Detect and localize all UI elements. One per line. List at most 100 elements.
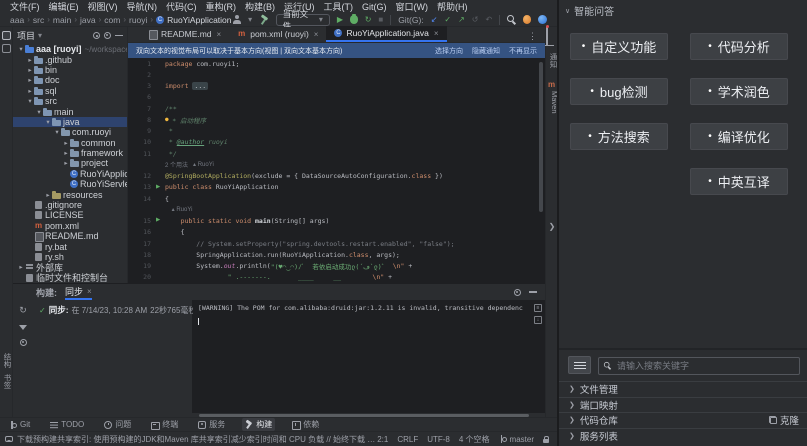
assistant-section-row[interactable]: ❯文件管理 <box>559 381 807 397</box>
breadcrumb-item[interactable]: main <box>53 15 71 25</box>
assistant-button-代码分析[interactable]: •代码分析 <box>690 33 788 60</box>
tree-chevron-icon[interactable]: ▸ <box>26 56 34 64</box>
scrollbar-thumb[interactable] <box>539 62 543 212</box>
build-hammer-icon[interactable] <box>259 15 269 25</box>
menu-item[interactable]: 构建(B) <box>241 0 279 13</box>
rerun-icon[interactable]: ↻ <box>19 305 27 316</box>
git-rollback-button[interactable]: ↶ <box>486 16 493 24</box>
tree-item--[interactable]: 临时文件和控制台 <box>13 273 127 283</box>
toolwindow-tab-build[interactable]: 构建 <box>242 418 275 431</box>
menu-item[interactable]: 代码(C) <box>162 0 201 13</box>
assistant-button-自定义功能[interactable]: •自定义功能 <box>570 33 668 60</box>
breadcrumb-item[interactable]: java <box>80 15 96 25</box>
project-view-selector[interactable]: 项目 <box>17 29 35 42</box>
hide-panel-icon[interactable] <box>115 35 123 37</box>
menu-hamburger-button[interactable] <box>568 356 591 374</box>
tree-item-readme-md[interactable]: README.md <box>13 231 127 241</box>
tree-item-doc[interactable]: ▸doc <box>13 75 127 85</box>
build-options-icon[interactable] <box>20 339 27 346</box>
tree-item-ry-bat[interactable]: ry.bat <box>13 241 127 251</box>
tree-chevron-icon[interactable]: ▾ <box>35 108 43 116</box>
tree-chevron-icon[interactable]: ▸ <box>26 76 34 84</box>
run-button[interactable]: ▶ <box>337 16 343 24</box>
breadcrumb-item[interactable]: aaa <box>10 15 24 25</box>
tree-item-main[interactable]: ▾main <box>13 106 127 116</box>
git-update-button[interactable]: ↙ <box>431 16 438 24</box>
tree-chevron-icon[interactable]: ▸ <box>26 87 34 95</box>
tree-chevron-icon[interactable]: ▸ <box>62 139 70 147</box>
tree-item-java[interactable]: ▾java <box>13 117 127 127</box>
tree-settings-icon[interactable] <box>104 32 111 39</box>
search-everywhere-icon[interactable] <box>507 15 516 24</box>
close-icon[interactable]: × <box>87 287 92 296</box>
menu-item[interactable]: Git(G) <box>358 2 391 12</box>
run-gutter-icon[interactable]: ▶ <box>156 218 165 224</box>
banner-action-link[interactable]: 选择方向 <box>435 46 463 56</box>
scroll-to-end-icon[interactable]: ↓ <box>534 316 542 324</box>
close-icon[interactable]: × <box>217 30 222 39</box>
tree-item-framework[interactable]: ▸framework <box>13 148 127 158</box>
assistant-button-方法搜索[interactable]: •方法搜索 <box>570 123 668 150</box>
run-gutter-icon[interactable]: ▶ <box>156 185 165 191</box>
breadcrumb-item[interactable]: com <box>104 15 120 25</box>
breadcrumb-item[interactable]: ruoyi <box>129 15 147 25</box>
build-tab-sync[interactable]: 同步× <box>65 284 92 300</box>
sync-status-row[interactable]: ✓ 同步: 在 7/14/23, 10:28 AM 22秒765毫秒 <box>39 304 187 316</box>
toolwindow-tab-problem[interactable]: 问题 <box>101 418 134 431</box>
menu-item[interactable]: 编辑(E) <box>45 0 83 13</box>
tree-item-pom-xml[interactable]: mpom.xml <box>13 221 127 231</box>
bookmarks-toolwindow-button[interactable]: 书签 <box>0 374 13 389</box>
menu-item[interactable]: 窗口(W) <box>392 0 433 13</box>
build-settings-icon[interactable] <box>514 289 521 296</box>
tree-item-bin[interactable]: ▸bin <box>13 65 127 75</box>
debug-button[interactable] <box>350 15 358 24</box>
status-message[interactable]: 下载预构建共享索引: 使用预构建的JDK和Maven 库共享索引减少索引时间和 … <box>17 434 377 445</box>
editor-tab[interactable]: mpom.xml (ruoyi)× <box>229 26 326 42</box>
user-profile-icon[interactable] <box>232 15 242 25</box>
tree-chevron-icon[interactable]: ▾ <box>44 118 52 126</box>
git-branch-widget[interactable]: master <box>499 435 534 444</box>
menu-item[interactable]: 导航(N) <box>123 0 162 13</box>
close-icon[interactable]: × <box>314 30 319 39</box>
plugin-orange-icon[interactable] <box>523 15 532 24</box>
filter-icon[interactable] <box>19 325 27 330</box>
tree-chevron-icon[interactable]: ▸ <box>26 66 34 74</box>
assistant-button-学术润色[interactable]: •学术润色 <box>690 78 788 105</box>
encoding-widget[interactable]: UTF-8 <box>427 435 450 444</box>
toolwindow-tab-git[interactable]: Git <box>6 419 33 430</box>
plugin-blue-icon[interactable] <box>538 15 547 24</box>
toolwindow-tab-dep[interactable]: 依赖 <box>289 418 322 431</box>
code-editor[interactable]: 1package com.ruoyi1;23import ...67/**8● … <box>128 58 545 283</box>
editor-tab[interactable]: CRuoYiApplication.java× <box>326 26 446 42</box>
tree-chevron-icon[interactable]: ▾ <box>17 45 25 53</box>
line-ending-widget[interactable]: CRLF <box>397 435 418 444</box>
stop-button[interactable]: ■ <box>378 16 383 24</box>
structure-toolwindow-button[interactable]: 结构 <box>0 353 13 368</box>
tree-item-sql[interactable]: ▸sql <box>13 86 127 96</box>
banner-action-link[interactable]: 隐藏通知 <box>472 46 500 56</box>
tree-chevron-icon[interactable]: ▸ <box>62 149 70 157</box>
toolwindow-tab-service[interactable]: 服务 <box>195 418 228 431</box>
tree-chevron-icon[interactable]: ▾ <box>53 128 61 136</box>
toolwindow-tab-todo[interactable]: TODO <box>47 419 87 430</box>
assistant-section-row[interactable]: ❯端口映射 <box>559 397 807 413</box>
indent-widget[interactable]: 4 个空格 <box>459 434 490 445</box>
assistant-section-row[interactable]: ❯代码仓库克隆 <box>559 412 807 428</box>
assistant-section-row[interactable]: ❯服务列表 <box>559 428 807 444</box>
assistant-section-header[interactable]: ∨ 智能问答 <box>565 3 614 18</box>
tree-item-resources[interactable]: ▸resources <box>13 189 127 199</box>
tree-item-ruoyiservletinitial[interactable]: CRuoYiServletInitial <box>13 179 127 189</box>
tree-item-com-ruoyi[interactable]: ▾com.ruoyi <box>13 127 127 137</box>
assistant-button-编译优化[interactable]: •编译优化 <box>690 123 788 150</box>
soft-wrap-icon[interactable]: ≡ <box>534 304 542 312</box>
user-caret-icon[interactable]: ▾ <box>248 16 252 24</box>
tree-chevron-icon[interactable]: ▸ <box>62 159 70 167</box>
assistant-button-bug检测[interactable]: •bug检测 <box>570 78 668 105</box>
notifications-icon[interactable] <box>546 26 548 45</box>
build-console[interactable]: [WARNING] The POM for com.alibaba:druid:… <box>193 300 545 413</box>
tree-item-ruoyiapplication[interactable]: CRuoYiApplication <box>13 169 127 179</box>
menu-item[interactable]: 工具(T) <box>320 0 358 13</box>
tree-item-project[interactable]: ▸project <box>13 158 127 168</box>
tree-chevron-icon[interactable]: ▸ <box>17 263 25 271</box>
editor-tab[interactable]: README.md× <box>140 26 229 42</box>
